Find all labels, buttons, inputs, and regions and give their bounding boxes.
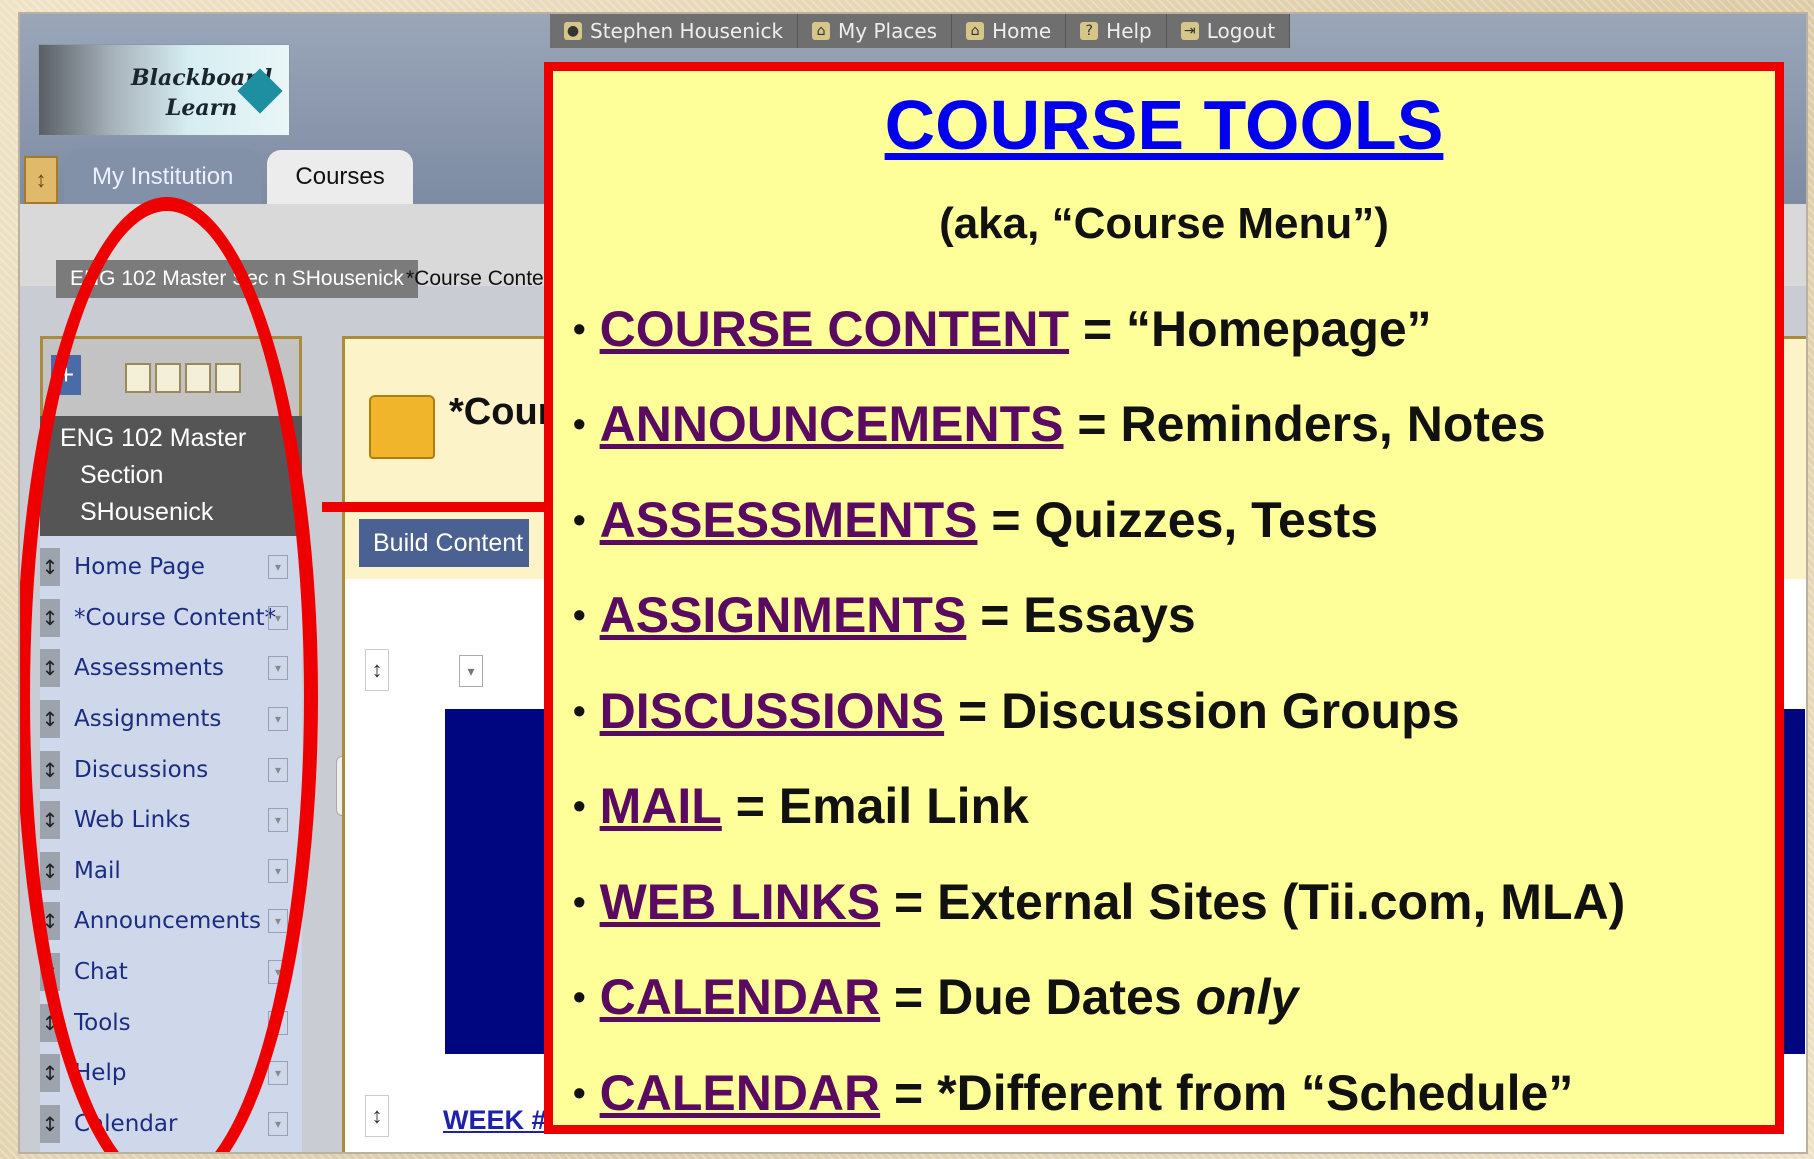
- help-icon: ?: [1080, 22, 1099, 40]
- topnav-help[interactable]: ? Help: [1066, 14, 1167, 48]
- bullet-desc: = Essays: [966, 587, 1196, 644]
- course-tools-callout: COURSE TOOLS (aka, “Course Menu”) • COURS…: [544, 62, 1784, 1134]
- drag-handle-icon[interactable]: ↕: [365, 1095, 389, 1137]
- folder-icon: [369, 395, 435, 459]
- bullet-dot-icon: •: [573, 880, 586, 922]
- bullet-desc: = Email Link: [721, 778, 1029, 835]
- bullet-desc: = Discussion Groups: [944, 682, 1460, 739]
- topnav-logout-label: Logout: [1206, 19, 1276, 43]
- topnav-home-label: Home: [992, 19, 1052, 43]
- bullet-dot-icon: •: [573, 785, 586, 827]
- bullet-item: • DISCUSSIONS = Discussion Groups: [573, 663, 1773, 759]
- bullet-desc: = Reminders, Notes: [1063, 396, 1546, 453]
- bullet-desc: = Due Dates: [880, 969, 1196, 1026]
- bullet-term: ASSIGNMENTS: [599, 587, 967, 644]
- topnav-logout[interactable]: ⇥ Logout: [1167, 14, 1291, 48]
- tab-my-institution[interactable]: My Institution: [64, 150, 262, 204]
- callout-title: COURSE TOOLS: [553, 85, 1775, 165]
- topnav-user[interactable]: ● Stephen Housenick: [550, 14, 799, 48]
- bullet-dot-icon: •: [573, 403, 586, 445]
- bullet-item: • ANNOUNCEMENTS = Reminders, Notes: [573, 377, 1773, 473]
- bullet-term: MAIL: [599, 778, 722, 835]
- content-title: *Cour: [449, 391, 553, 433]
- callout-subtitle: (aka, “Course Menu”): [939, 199, 1389, 248]
- drag-handle-icon[interactable]: ↕: [365, 649, 389, 691]
- bullet-item: • WEB LINKS = External Sites (Tii.com, ML…: [573, 854, 1773, 950]
- logo-line2: Learn: [165, 95, 238, 121]
- logout-icon: ⇥: [1180, 22, 1199, 40]
- bullet-term: DISCUSSIONS: [599, 682, 945, 739]
- bullet-term: ANNOUNCEMENTS: [599, 396, 1064, 453]
- callout-connector-line: [322, 502, 550, 512]
- expand-item-icon[interactable]: ▾: [459, 655, 483, 687]
- places-icon: ⌂: [812, 22, 831, 40]
- callout-bullet-list: • COURSE CONTENT = “Homepage” • ANNOUNCEME…: [573, 281, 1773, 1141]
- bullet-item: • ASSIGNMENTS = Essays: [573, 568, 1773, 664]
- bullet-dot-icon: •: [573, 307, 586, 349]
- tab-courses[interactable]: Courses: [267, 150, 413, 204]
- bullet-dot-icon: •: [573, 689, 586, 731]
- blackboard-screenshot: ● Stephen Housenick ⌂ My Places ⌂ Home ? Hel…: [18, 12, 1808, 1154]
- chevron-down-icon[interactable]: ▾: [268, 1061, 288, 1086]
- bullet-term: CALENDAR: [599, 969, 881, 1026]
- topnav-my-places-label: My Places: [838, 19, 938, 43]
- bullet-dot-icon: •: [573, 594, 586, 636]
- topnav-user-label: Stephen Housenick: [590, 19, 784, 43]
- bullet-dot-icon: •: [573, 498, 586, 540]
- bullet-desc: = “Homepage”: [1069, 300, 1432, 357]
- bullet-item: • MAIL = Email Link: [573, 759, 1773, 855]
- topnav-home[interactable]: ⌂ Home: [952, 14, 1067, 48]
- bullet-item: • CALENDAR = *Different from “Schedule”: [573, 1045, 1773, 1141]
- build-content-button[interactable]: Build Content: [359, 519, 529, 567]
- tab-bar: ↕ My Institution Courses: [20, 144, 419, 204]
- bullet-term: CALENDAR: [599, 1064, 881, 1121]
- bullet-item: • COURSE CONTENT = “Homepage”: [573, 281, 1773, 377]
- home-icon: ⌂: [966, 22, 985, 40]
- bullet-dot-icon: •: [573, 1071, 586, 1113]
- topnav-help-label: Help: [1106, 19, 1152, 43]
- bullet-term: WEB LINKS: [599, 873, 881, 930]
- slide-frame: ● Stephen Housenick ⌂ My Places ⌂ Home ? Hel…: [0, 0, 1814, 1159]
- bullet-term: COURSE CONTENT: [599, 300, 1070, 357]
- user-icon: ●: [564, 22, 582, 40]
- bullet-desc: = *Different from “Schedule”: [880, 1064, 1574, 1121]
- bullet-item: • CALENDAR = Due Dates only: [573, 950, 1773, 1046]
- bullet-desc: = Quizzes, Tests: [977, 491, 1379, 548]
- bullet-term: ASSESSMENTS: [599, 491, 978, 548]
- top-navigation: ● Stephen Housenick ⌂ My Places ⌂ Home ? Hel…: [550, 14, 1291, 48]
- bullet-emphasis: only: [1195, 969, 1299, 1026]
- bullet-item: • ASSESSMENTS = Quizzes, Tests: [573, 472, 1773, 568]
- blackboard-logo: Blackboard Learn: [38, 44, 290, 136]
- callout-title-text: COURSE TOOLS: [884, 86, 1444, 164]
- topnav-my-places[interactable]: ⌂ My Places: [798, 14, 953, 48]
- chevron-down-icon[interactable]: ▾: [268, 1111, 288, 1136]
- bullet-desc: = External Sites (Tii.com, MLA): [880, 873, 1626, 930]
- highlight-ellipse: [20, 197, 318, 1152]
- tab-handle-icon[interactable]: ↕: [24, 156, 58, 204]
- drag-handle-icon[interactable]: ↕: [40, 1104, 60, 1143]
- bullet-dot-icon: •: [573, 976, 586, 1018]
- drag-handle-icon[interactable]: ↕: [40, 1054, 60, 1093]
